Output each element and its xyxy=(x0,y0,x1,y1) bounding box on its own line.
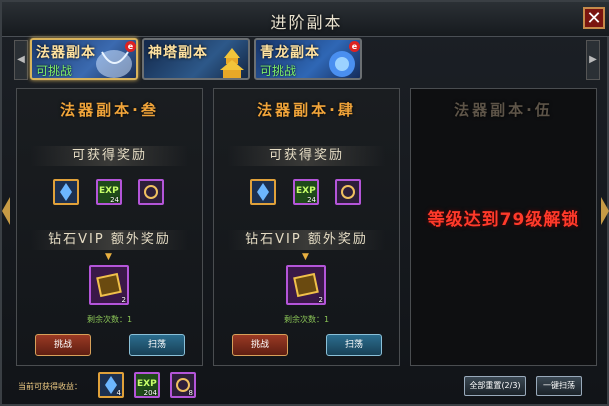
tab-faqi[interactable]: 法器副本 可挑战 e xyxy=(30,38,138,80)
sweep-all-button[interactable]: 一键扫荡 xyxy=(536,376,582,396)
exp-item-icon[interactable]: EXP 24 xyxy=(293,179,319,205)
exp-item-icon[interactable]: EXP 204 xyxy=(134,372,160,398)
tab-state: 可挑战 xyxy=(260,64,297,78)
tab-state: 可挑战 xyxy=(36,64,73,78)
reset-all-button[interactable]: 全部重置(2/3) xyxy=(464,376,526,396)
crystal-item-icon[interactable]: 4 xyxy=(98,372,124,398)
sweep-button[interactable]: 扫荡 xyxy=(326,334,382,356)
item-count: 2 xyxy=(121,296,126,304)
page-next-arrow-icon[interactable] xyxy=(601,197,609,225)
rewards-label: 可获得奖励 xyxy=(31,146,188,166)
tab-qinglong[interactable]: 青龙副本 可挑战 e xyxy=(254,38,362,80)
crystal-item-icon[interactable] xyxy=(53,179,79,205)
item-count: 24 xyxy=(110,196,119,204)
dungeon-window: 进阶副本 ✕ ◀ 法器副本 可挑战 e 神塔副本 青龙副本 可挑战 e ▶ 法器… xyxy=(0,0,609,406)
dungeon-tabs: ◀ 法器副本 可挑战 e 神塔副本 青龙副本 可挑战 e ▶ xyxy=(2,38,609,82)
challenge-button[interactable]: 挑战 xyxy=(35,334,91,356)
page-prev-arrow-icon[interactable] xyxy=(2,197,10,225)
item-count: 204 xyxy=(143,389,157,397)
remaining-count: 剩余次数：1 xyxy=(86,315,133,324)
tab-name: 法器副本 xyxy=(36,45,96,61)
tab-name: 青龙副本 xyxy=(260,45,320,61)
current-earnings-label: 当前可获得收益： xyxy=(18,382,82,391)
sweep-button[interactable]: 扫荡 xyxy=(129,334,185,356)
title-bar: 进阶副本 ✕ xyxy=(2,2,609,37)
down-arrow-icon: ▼ xyxy=(302,252,309,262)
challenge-button[interactable]: 挑战 xyxy=(232,334,288,356)
tabs-prev-arrow-icon[interactable]: ◀ xyxy=(14,40,28,80)
vip-bonus-label: 钻石VIP 额外奖励 xyxy=(228,230,385,250)
unlock-requirement: 等级达到79级解锁 xyxy=(427,210,580,230)
close-button[interactable]: ✕ xyxy=(583,7,605,29)
ring-item-icon[interactable]: 8 xyxy=(170,372,196,398)
vip-reward-item[interactable]: 2 xyxy=(286,265,326,305)
item-count: 24 xyxy=(307,196,316,204)
panel-title: 法器副本·叁 xyxy=(60,101,159,119)
remaining-count: 剩余次数：1 xyxy=(283,315,330,324)
item-count: 4 xyxy=(116,389,121,397)
item-count: 8 xyxy=(188,389,193,397)
dungeon-panel-5-locked: 法器副本·伍 等级达到79级解锁 xyxy=(410,88,597,366)
panel-title: 法器副本·肆 xyxy=(257,101,356,119)
rewards-label: 可获得奖励 xyxy=(228,146,385,166)
vip-bonus-label: 钻石VIP 额外奖励 xyxy=(31,230,188,250)
close-icon: ✕ xyxy=(586,8,602,29)
window-title: 进阶副本 xyxy=(270,13,343,32)
dungeon-panel-3: 法器副本·叁 可获得奖励 EXP 24 钻石VIP 额外奖励 ▼ 2 剩余次数：… xyxy=(16,88,203,366)
exp-item-icon[interactable]: EXP 24 xyxy=(96,179,122,205)
dungeon-panel-4: 法器副本·肆 可获得奖励 EXP 24 钻石VIP 额外奖励 ▼ 2 剩余次数：… xyxy=(213,88,400,366)
ring-item-icon[interactable] xyxy=(138,179,164,205)
reset-all-label: 全部重置 xyxy=(469,381,502,390)
vip-reward-item[interactable]: 2 xyxy=(89,265,129,305)
notice-badge: e xyxy=(349,41,360,52)
tabs-next-arrow-icon[interactable]: ▶ xyxy=(586,40,600,80)
notice-badge: e xyxy=(125,41,136,52)
down-arrow-icon: ▼ xyxy=(105,252,112,262)
item-count: 2 xyxy=(318,296,323,304)
panel-title: 法器副本·伍 xyxy=(454,101,553,119)
reset-count: (2/3) xyxy=(501,381,521,390)
crystal-item-icon[interactable] xyxy=(250,179,276,205)
tab-name: 神塔副本 xyxy=(148,45,208,61)
tab-shenta[interactable]: 神塔副本 xyxy=(142,38,250,80)
ring-item-icon[interactable] xyxy=(335,179,361,205)
